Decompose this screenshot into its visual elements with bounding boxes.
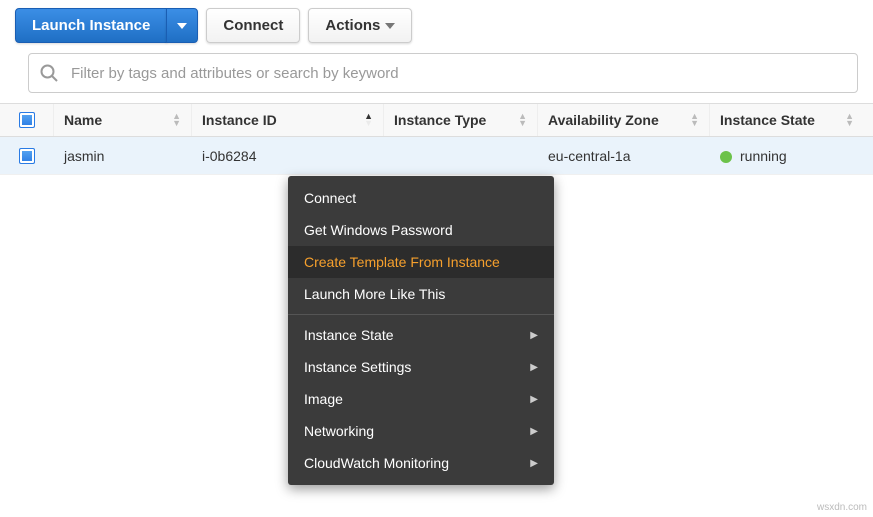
- caret-down-icon: [385, 23, 395, 29]
- column-header-instance-type[interactable]: Instance Type ▲▼: [384, 104, 538, 136]
- filter-container: [28, 53, 858, 93]
- sort-icon: ▲▼: [845, 113, 854, 127]
- context-menu-label: CloudWatch Monitoring: [304, 455, 449, 471]
- sort-icon: ▲▼: [518, 113, 527, 127]
- column-header-label: Name: [64, 112, 102, 128]
- status-dot-icon: [720, 151, 732, 163]
- context-menu-label: Image: [304, 391, 343, 407]
- cell-instance-state: running: [710, 148, 864, 164]
- chevron-right-icon: ▶: [530, 458, 538, 469]
- launch-instance-group: Launch Instance: [15, 8, 198, 43]
- filter-bar: [0, 53, 873, 103]
- context-menu: Connect Get Windows Password Create Temp…: [288, 176, 554, 485]
- context-menu-item-connect[interactable]: Connect: [288, 182, 554, 214]
- column-header-instance-state[interactable]: Instance State ▲▼: [710, 104, 864, 136]
- search-icon: [39, 63, 59, 83]
- context-menu-label: Launch More Like This: [304, 286, 445, 302]
- chevron-right-icon: ▶: [530, 394, 538, 405]
- context-menu-label: Instance State: [304, 327, 394, 343]
- watermark: wsxdn.com: [817, 502, 867, 513]
- actions-label: Actions: [325, 17, 380, 34]
- select-all-checkbox[interactable]: [19, 112, 35, 128]
- context-menu-separator: [288, 314, 554, 315]
- context-menu-item-image[interactable]: Image ▶: [288, 383, 554, 415]
- context-menu-label: Create Template From Instance: [304, 254, 500, 270]
- context-menu-item-instance-settings[interactable]: Instance Settings ▶: [288, 351, 554, 383]
- column-header-availability-zone[interactable]: Availability Zone ▲▼: [538, 104, 710, 136]
- chevron-right-icon: ▶: [530, 330, 538, 341]
- column-header-label: Instance ID: [202, 112, 277, 128]
- table-header: Name ▲▼ Instance ID ▲▼ Instance Type ▲▼ …: [0, 103, 873, 137]
- chevron-right-icon: ▶: [530, 426, 538, 437]
- context-menu-item-create-template[interactable]: Create Template From Instance: [288, 246, 554, 278]
- row-select[interactable]: [0, 148, 54, 164]
- context-menu-item-instance-state[interactable]: Instance State ▶: [288, 319, 554, 351]
- cell-instance-id: i-0b6284: [192, 148, 384, 164]
- column-header-label: Instance State: [720, 112, 815, 128]
- row-checkbox[interactable]: [19, 148, 35, 164]
- search-input[interactable]: [69, 64, 847, 83]
- toolbar: Launch Instance Connect Actions: [0, 0, 873, 53]
- column-header-label: Instance Type: [394, 112, 486, 128]
- sort-icon: ▲▼: [690, 113, 699, 127]
- context-menu-label: Get Windows Password: [304, 222, 453, 238]
- chevron-right-icon: ▶: [530, 362, 538, 373]
- cell-availability-zone: eu-central-1a: [538, 148, 710, 164]
- column-header-name[interactable]: Name ▲▼: [54, 104, 192, 136]
- cell-name: jasmin: [54, 148, 192, 164]
- column-header-instance-id[interactable]: Instance ID ▲▼: [192, 104, 384, 136]
- select-all-header[interactable]: [0, 104, 54, 136]
- launch-instance-button[interactable]: Launch Instance: [15, 8, 167, 43]
- sort-icon: ▲▼: [364, 113, 373, 127]
- column-header-label: Availability Zone: [548, 112, 659, 128]
- context-menu-label: Connect: [304, 190, 356, 206]
- sort-icon: ▲▼: [172, 113, 181, 127]
- context-menu-item-get-windows-password[interactable]: Get Windows Password: [288, 214, 554, 246]
- connect-button[interactable]: Connect: [206, 8, 300, 43]
- context-menu-label: Networking: [304, 423, 374, 439]
- context-menu-item-cloudwatch-monitoring[interactable]: CloudWatch Monitoring ▶: [288, 447, 554, 479]
- context-menu-label: Instance Settings: [304, 359, 411, 375]
- launch-instance-dropdown[interactable]: [166, 8, 198, 43]
- caret-down-icon: [177, 23, 187, 29]
- context-menu-item-networking[interactable]: Networking ▶: [288, 415, 554, 447]
- state-text: running: [740, 148, 787, 164]
- actions-button[interactable]: Actions: [308, 8, 412, 43]
- table-row[interactable]: jasmin i-0b6284 eu-central-1a running: [0, 137, 873, 175]
- context-menu-item-launch-more-like-this[interactable]: Launch More Like This: [288, 278, 554, 310]
